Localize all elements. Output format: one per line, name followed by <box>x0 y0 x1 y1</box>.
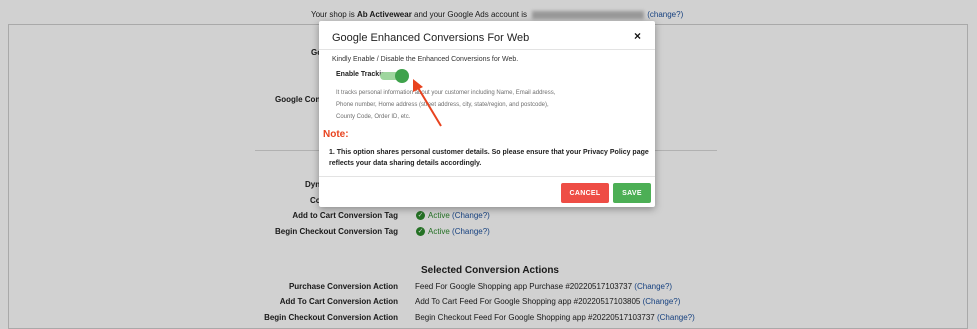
note-title: Note: <box>323 129 349 140</box>
tracking-description: It tracks personal information about you… <box>336 90 556 120</box>
modal-header-divider <box>319 49 655 50</box>
modal-footer-divider <box>319 176 655 177</box>
enable-tracking-toggle[interactable] <box>380 69 434 83</box>
close-icon[interactable]: × <box>634 29 641 43</box>
note-list: 1. This option shares personal customer … <box>329 147 649 169</box>
enhanced-conversions-modal: Google Enhanced Conversions For Web × Ki… <box>319 21 655 207</box>
save-button[interactable]: SAVE <box>613 183 651 203</box>
modal-subtitle: Kindly Enable / Disable the Enhanced Con… <box>332 56 519 63</box>
note-item: 1. This option shares personal customer … <box>329 149 649 167</box>
cancel-button[interactable]: CANCEL <box>561 183 609 203</box>
toggle-knob[interactable] <box>395 69 409 83</box>
modal-title: Google Enhanced Conversions For Web <box>332 32 530 44</box>
